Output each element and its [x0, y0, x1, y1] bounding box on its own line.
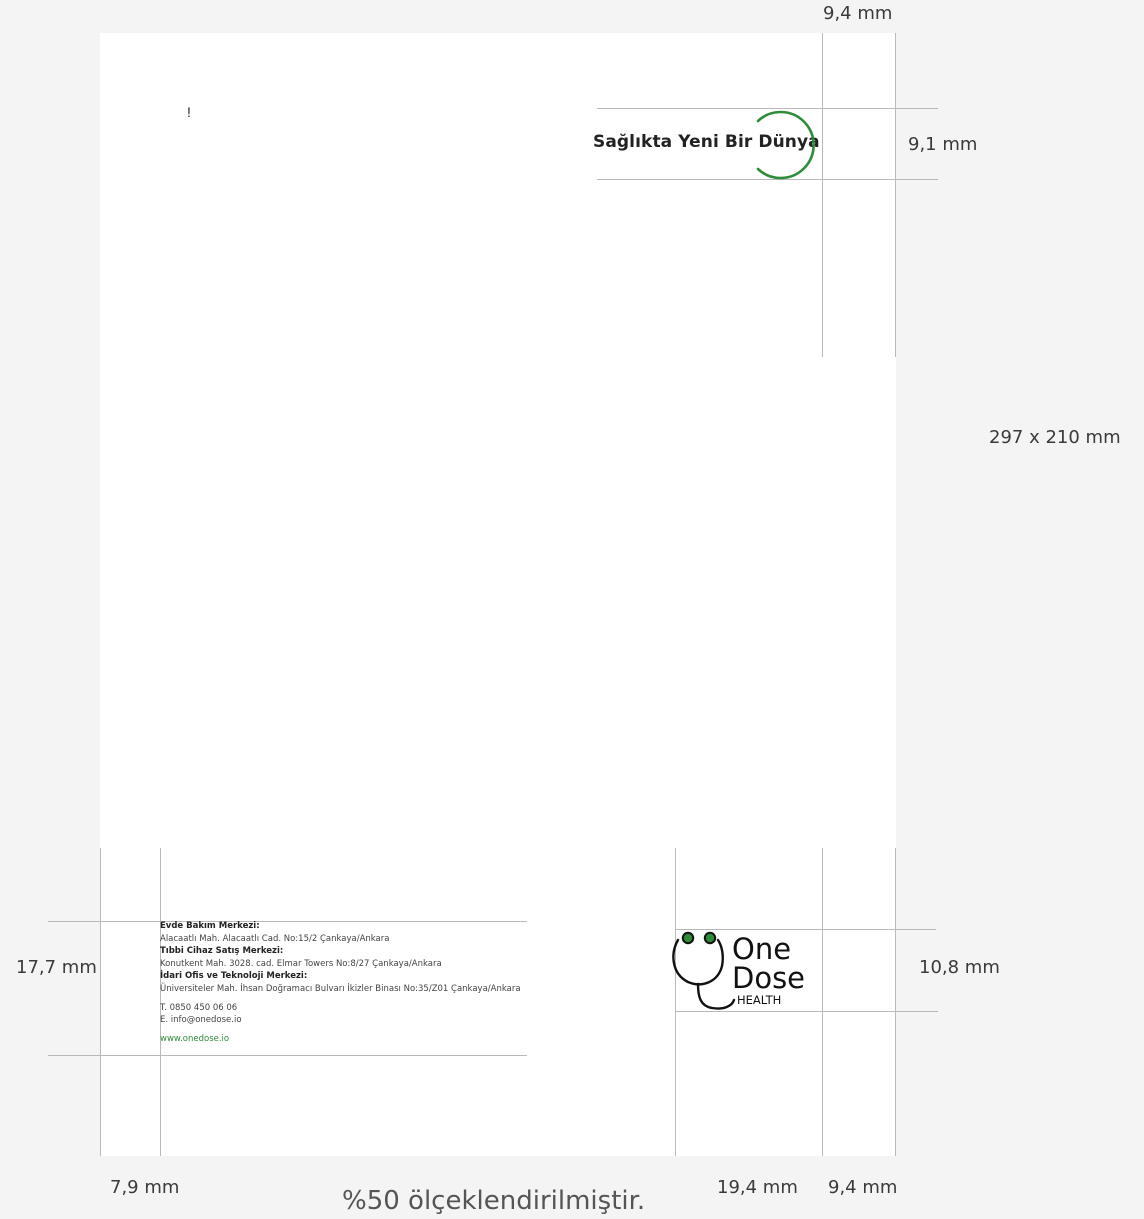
center-address: Konutkent Mah. 3028. cad. Elmar Towers N…	[160, 958, 442, 969]
stethoscope-icon	[672, 938, 736, 1010]
stethoscope-earpiece-right-icon	[703, 931, 717, 945]
center-address: Üniversiteler Mah. İhsan Doğramacı Bulva…	[160, 983, 521, 994]
footer-phone: T. 0850 450 06 06	[160, 1002, 238, 1013]
guide-footer-bottom	[48, 1055, 527, 1056]
stethoscope-earpiece-left-icon	[681, 931, 695, 945]
dim-left-margin: 7,9 mm	[110, 1177, 180, 1198]
dim-slogan-height: 9,1 mm	[908, 134, 978, 155]
footer-email: E. info@onedose.io	[160, 1015, 242, 1026]
onedose-logo: One Dose HEALTH	[672, 931, 805, 1010]
center-title: İdari Ofis ve Teknoloji Merkezi:	[160, 971, 308, 982]
dim-logo-height: 10,8 mm	[919, 957, 1000, 978]
logo-health: HEALTH	[737, 993, 781, 1007]
dim-page-size: 297 x 210 mm	[989, 427, 1121, 448]
guide-left-edge-bottom	[100, 848, 101, 1156]
dim-top-right-margin: 9,4 mm	[823, 3, 893, 24]
slogan-arc-icon	[756, 110, 815, 180]
guide-right-inner-top	[822, 33, 823, 357]
center-address: Alacaatlı Mah. Alacaatlı Cad. No:15/2 Ça…	[160, 933, 390, 944]
center-title: Evde Bakım Merkezi:	[160, 921, 260, 931]
scale-note: %50 ölçeklendirilmiştir.	[342, 1186, 646, 1216]
dim-footer-height: 17,7 mm	[16, 957, 97, 978]
exclamation-mark: !	[187, 104, 191, 120]
footer-website: www.onedose.io	[160, 1033, 230, 1044]
center-title: Tıbbi Cihaz Satış Merkezi:	[160, 946, 284, 957]
guide-right-edge-bottom	[895, 848, 896, 1156]
dim-bottom-right-margin: 9,4 mm	[828, 1177, 898, 1198]
logo-dose: Dose	[732, 961, 805, 995]
guide-right-edge-top	[895, 33, 896, 357]
dim-logo-width: 19,4 mm	[717, 1177, 798, 1198]
footer-address-block: Evde Bakım Merkezi: Alacaatlı Mah. Alaca…	[160, 920, 521, 1045]
